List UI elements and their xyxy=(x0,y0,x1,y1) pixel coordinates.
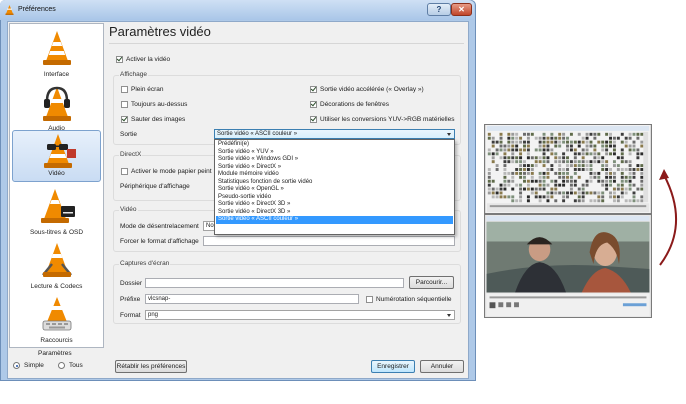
help-button[interactable]: ? xyxy=(427,3,451,16)
format-select-value: png xyxy=(148,312,159,318)
output-dropdown-list: Prédéfini(e) Sortie vidéo « YUV » Sortie… xyxy=(214,139,455,235)
sidebar-item-label: Lecture & Codecs xyxy=(30,283,83,290)
snapshots-group-title: Captures d'écran xyxy=(119,260,171,267)
sidebar-item-label: Vidéo xyxy=(48,170,65,177)
always-on-top-label: Toujours au-dessus xyxy=(131,101,188,108)
accelerated-output-label: Sortie vidéo accélérée (« Overlay ») xyxy=(320,86,424,93)
skip-frames-label: Sauter des images xyxy=(131,116,186,123)
window-decorations-checkbox[interactable] xyxy=(310,101,317,108)
hotkeys-cone-icon xyxy=(42,297,72,331)
directx-group-title: DirectX xyxy=(119,151,143,158)
dropdown-option[interactable]: Pseudo-sortie vidéo xyxy=(216,194,453,202)
page-title: Paramètres vidéo xyxy=(109,24,211,39)
dropdown-option-selected[interactable]: Sortie vidéo « ASCII couleur » xyxy=(216,216,453,224)
sidebar-item-label: Raccourcis xyxy=(40,337,73,344)
sidebar-item-interface[interactable]: Interface xyxy=(12,28,101,82)
deinterlace-label: Mode de désentrelacement xyxy=(120,223,199,230)
output-select-value: Sortie vidéo « ASCII couleur » xyxy=(217,131,298,137)
mode-simple-label: Simple xyxy=(24,362,44,369)
output-label: Sortie xyxy=(120,131,137,138)
sidebar-item-audio[interactable]: Audio xyxy=(12,82,101,136)
enable-video-checkbox[interactable] xyxy=(116,56,123,63)
category-sidebar: Interface Audio Vidéo Sous-titres & OSD … xyxy=(9,23,104,348)
cancel-button[interactable]: Annuler xyxy=(420,360,464,373)
browse-button[interactable]: Parcourir... xyxy=(409,276,454,289)
dropdown-option[interactable]: Sortie vidéo « Windows GDI » xyxy=(216,156,453,164)
hw-yuv-rgb-checkbox[interactable] xyxy=(310,116,317,123)
dropdown-option[interactable]: Sortie vidéo « OpenGL » xyxy=(216,186,453,194)
folder-input[interactable] xyxy=(145,278,404,288)
prefix-label: Préfixe xyxy=(120,296,141,303)
window-title: Préférences xyxy=(18,6,56,13)
accelerated-output-checkbox[interactable] xyxy=(310,86,317,93)
subtitles-cone-icon xyxy=(41,189,75,223)
interface-cone-icon xyxy=(43,31,71,65)
title-bar[interactable] xyxy=(0,0,474,20)
folder-label: Dossier xyxy=(120,280,143,287)
force-aspect-input[interactable] xyxy=(203,236,455,246)
fullscreen-label: Plein écran xyxy=(131,86,164,93)
dropdown-option[interactable]: Sortie vidéo « YUV » xyxy=(216,149,453,157)
ascii-output-preview xyxy=(484,124,652,214)
title-separator xyxy=(109,43,464,44)
skip-frames-checkbox[interactable] xyxy=(121,116,128,123)
glasses-cone-icon xyxy=(44,134,76,168)
dropdown-option[interactable]: Sortie vidéo « DirectX » xyxy=(216,164,453,172)
chevron-down-icon xyxy=(447,314,451,317)
wallpaper-mode-checkbox[interactable] xyxy=(121,168,128,175)
mode-simple-radio[interactable] xyxy=(13,362,20,369)
settings-mode-title: Paramètres xyxy=(38,350,72,357)
fullscreen-checkbox[interactable] xyxy=(121,86,128,93)
sidebar-item-label: Interface xyxy=(43,71,70,78)
format-label: Format xyxy=(120,312,141,319)
reset-preferences-button[interactable]: Rétablir les préférences xyxy=(115,360,187,373)
sidebar-item-subtitles-osd[interactable]: Sous-titres & OSD xyxy=(12,186,101,240)
display-device-label: Périphérique d'affichage xyxy=(120,183,190,190)
dropdown-option[interactable]: Module mémoire vidéo xyxy=(216,171,453,179)
vlc-app-icon xyxy=(5,5,14,15)
sequential-numbering-checkbox[interactable] xyxy=(366,296,373,303)
window-decorations-label: Décorations de fenêtres xyxy=(320,101,390,108)
hw-yuv-rgb-label: Utiliser les conversions YUV->RGB matéri… xyxy=(320,116,455,123)
sequential-numbering-label: Numérotation séquentielle xyxy=(376,296,452,303)
close-button[interactable]: ✕ xyxy=(451,3,472,16)
wallpaper-mode-label: Activer le mode papier peint xyxy=(131,168,212,175)
force-aspect-label: Forcer le format d'affichage xyxy=(120,238,199,245)
format-select[interactable]: png xyxy=(145,310,455,320)
curved-arrow-icon xyxy=(659,169,678,266)
sidebar-item-playback-codecs[interactable]: Lecture & Codecs xyxy=(12,240,101,294)
output-select[interactable]: Sortie vidéo « ASCII couleur » xyxy=(214,129,455,139)
prefix-input[interactable]: vlcsnap- xyxy=(145,294,359,304)
codecs-cone-icon xyxy=(42,243,72,277)
dropdown-option[interactable]: Sortie vidéo « DirectX 3D » xyxy=(216,201,453,209)
display-group-title: Affichage xyxy=(119,71,148,78)
always-on-top-checkbox[interactable] xyxy=(121,101,128,108)
sidebar-item-label: Sous-titres & OSD xyxy=(29,229,84,236)
save-button[interactable]: Enregistrer xyxy=(371,360,415,373)
deinterlace-select-value: No xyxy=(206,223,214,229)
dropdown-option[interactable]: Sortie vidéo « DirectX 3D » xyxy=(216,209,453,217)
video-frame-preview xyxy=(484,214,652,318)
mode-all-label: Tous xyxy=(69,362,83,369)
headphones-cone-icon xyxy=(43,86,71,121)
video-group-title: Vidéo xyxy=(119,206,138,213)
enable-video-label: Activer la vidéo xyxy=(126,56,171,63)
sidebar-item-hotkeys[interactable]: Raccourcis xyxy=(12,294,101,348)
mode-all-radio[interactable] xyxy=(58,362,65,369)
chevron-down-icon xyxy=(447,133,451,136)
dropdown-option[interactable]: Statistiques fonction de sortie vidéo xyxy=(216,179,453,187)
dropdown-option[interactable]: Prédéfini(e) xyxy=(216,141,453,149)
sidebar-item-video[interactable]: Vidéo xyxy=(12,130,101,182)
